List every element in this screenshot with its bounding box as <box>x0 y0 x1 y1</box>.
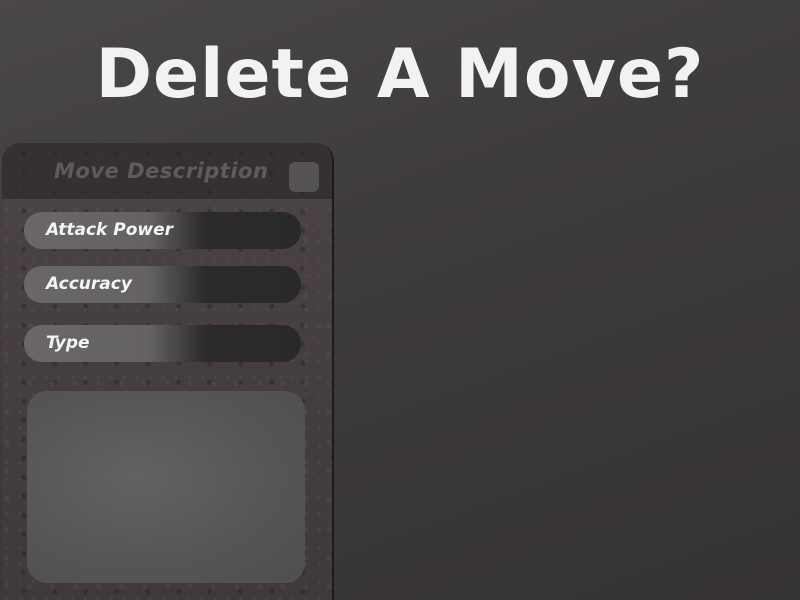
page-title: Delete A Move? <box>95 35 705 114</box>
close-button[interactable] <box>289 162 319 192</box>
stat-label-accuracy: Accuracy <box>46 274 132 294</box>
move-description-panel: Move Description Attack Power Accuracy T… <box>2 143 334 600</box>
stat-bar-attack-power: Attack Power <box>24 212 301 249</box>
stat-label-attack-power: Attack Power <box>46 220 174 240</box>
stat-bar-type: Type <box>24 325 301 362</box>
panel-header: Move Description <box>2 143 332 199</box>
stat-label-type: Type <box>46 333 90 353</box>
move-description-box <box>27 391 305 583</box>
panel-title: Move Description <box>54 159 269 183</box>
stat-bar-accuracy: Accuracy <box>24 266 301 303</box>
